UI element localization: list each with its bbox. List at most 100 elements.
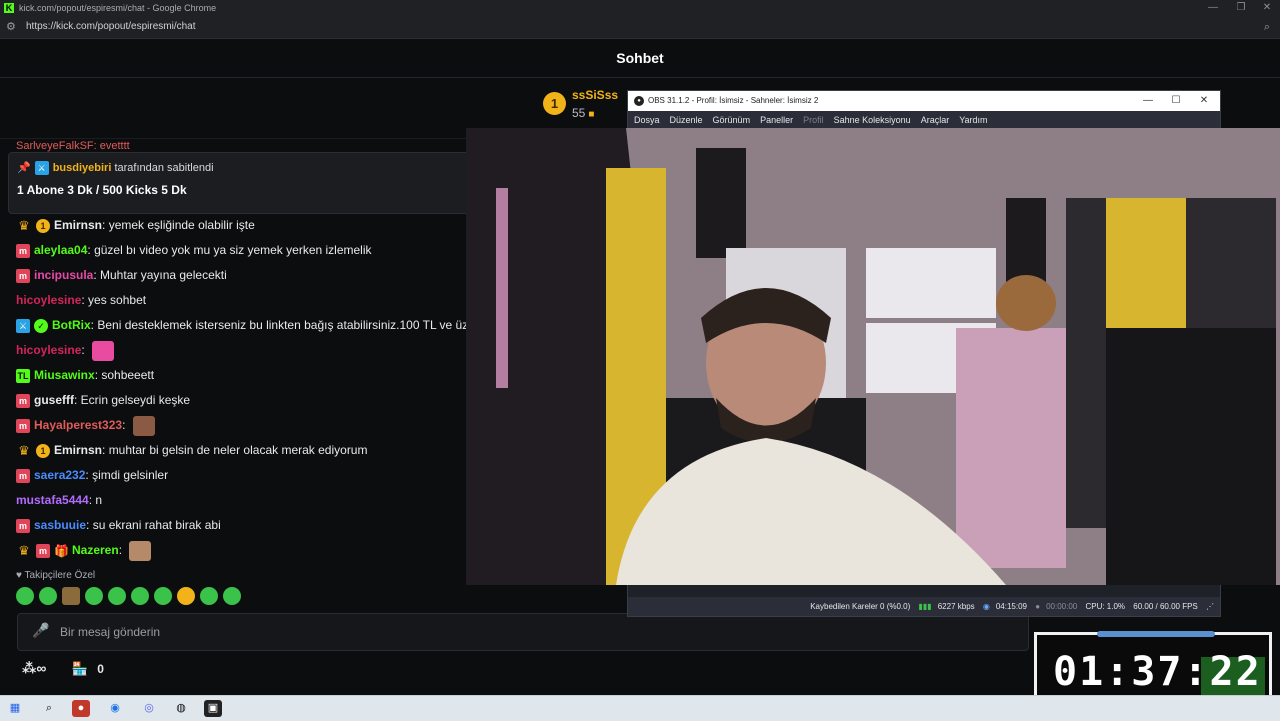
obs-titlebar: ● OBS 31.1.2 - Profil: İsimsiz - Sahnele… (628, 91, 1220, 111)
chat-username[interactable]: hicoylesine (16, 288, 81, 313)
chat-message[interactable]: hicoylesine: yes sohbet (16, 288, 471, 313)
chrome-icon[interactable]: ◉ (106, 700, 124, 717)
chat-message[interactable]: hicoylesine: (16, 338, 471, 363)
emote-icon[interactable] (62, 587, 80, 605)
chat-message[interactable]: ♛ 1 Emirnsn: yemek eşliğinde olabilir işte (16, 213, 471, 238)
stream-time: 04:15:09 (995, 602, 1027, 611)
chat-emote-icon (132, 415, 155, 436)
heart-icon: ♥ (16, 570, 22, 581)
chat-message[interactable]: m gusefff: Ecrin gelseydi keşke (16, 388, 471, 413)
subscriber-badge-icon: m (16, 418, 30, 433)
chat-input[interactable] (58, 614, 962, 650)
obs-menu-item[interactable]: Araçlar (921, 115, 950, 125)
emote-icon[interactable] (16, 587, 34, 605)
chat-message[interactable]: TL Miusawinx: sohbeeett (16, 363, 471, 388)
resize-grip-icon[interactable]: ⋰ (1206, 602, 1214, 611)
gifter-badge-icon: 1 (36, 443, 50, 458)
restore-icon[interactable]: ❐ (1232, 0, 1250, 16)
signal-bars-icon: ▮▮▮ (918, 602, 932, 611)
obs-close-icon[interactable]: ✕ (1194, 91, 1214, 111)
close-icon[interactable]: ✕ (1258, 0, 1276, 16)
microphone-icon[interactable]: 🎤 (32, 622, 49, 639)
chat-username[interactable]: incipusula (34, 263, 93, 288)
chat-username[interactable]: Miusawinx (34, 363, 95, 388)
follower-only-note: ♥ Takipçilere Özel (16, 570, 95, 581)
pinned-by-user[interactable]: busdiyebiri (53, 162, 112, 174)
chat-message[interactable]: m Hayalperest323: (16, 413, 471, 438)
store-icon[interactable]: 🏪 (72, 661, 88, 676)
points-count: 0 (97, 662, 104, 676)
obs-maximize-icon[interactable]: ☐ (1166, 91, 1186, 111)
chat-message[interactable]: ♛ m 🎁 Nazeren: (16, 538, 471, 563)
obs-menu-item[interactable]: Düzenle (670, 115, 703, 125)
url-text[interactable]: https://kick.com/popout/espiresmi/chat (26, 16, 196, 38)
chat-username[interactable]: hicoylesine (16, 338, 81, 363)
obs-menu-item[interactable]: Görünüm (713, 115, 751, 125)
chat-input-box[interactable]: 🎤 (17, 613, 1029, 651)
leader-name[interactable]: ssSiSss (572, 88, 618, 102)
browser-titlebar: K kick.com/popout/espiresmi/chat - Googl… (0, 0, 1280, 16)
obs-taskbar-icon[interactable]: ◍ (172, 700, 190, 717)
app-icon[interactable]: ● (72, 700, 90, 717)
chat-username[interactable]: BotRix (52, 313, 91, 338)
chat-username[interactable]: Emirnsn (54, 213, 102, 238)
zoom-icon[interactable]: ⌕ (1264, 16, 1270, 38)
chat-message[interactable]: m sasbuuie: su ekrani rahat birak abi (16, 513, 471, 538)
chat-username[interactable]: Emirnsn (54, 438, 102, 463)
chat-message[interactable]: m aleylaa04: güzel bı video yok mu ya siz… (16, 238, 471, 263)
chat-username[interactable]: saera232 (34, 463, 85, 488)
crown-badge-icon: ♛ (18, 217, 30, 233)
emote-icon[interactable] (39, 587, 57, 605)
chat-username[interactable]: mustafa5444 (16, 488, 89, 513)
chat-emote-icon (92, 340, 115, 361)
chat-username[interactable]: Nazeren (72, 538, 119, 563)
pinned-by-suffix: tarafından sabitlendi (114, 162, 214, 174)
emote-icon[interactable] (85, 587, 103, 605)
chat-message[interactable]: m saera232: şimdi gelsinler (16, 463, 471, 488)
emote-icon[interactable] (108, 587, 126, 605)
app-icon[interactable]: ▣ (204, 700, 222, 717)
site-info-icon[interactable]: ⚙ (6, 16, 16, 38)
crown-badge-icon: ♛ (18, 442, 30, 458)
pinned-message[interactable]: 📌 ⚔ busdiyebiri tarafından sabitlendi 1 Ab… (8, 152, 470, 214)
minimize-icon[interactable]: — (1204, 0, 1222, 16)
pinned-text: 1 Abone 3 Dk / 500 Kicks 5 Dk (17, 183, 187, 197)
moderator-badge-icon: ⚔ (34, 161, 49, 175)
obs-menu-item[interactable]: Dosya (634, 115, 660, 125)
emote-icon[interactable] (223, 587, 241, 605)
obs-menu-item[interactable]: Profil (803, 115, 824, 125)
chat-footer: ⁂∞ 🏪 0 (22, 660, 104, 677)
obs-minimize-icon[interactable]: — (1138, 91, 1158, 111)
chat-text: sohbeeett (101, 368, 155, 382)
obs-menu-item[interactable]: Paneller (760, 115, 793, 125)
emote-icon[interactable] (154, 587, 172, 605)
chat-text: yes sohbet (88, 293, 147, 307)
chat-username[interactable]: aleylaa04 (34, 238, 87, 263)
obs-menu-item[interactable]: Yardım (959, 115, 987, 125)
emote-icon[interactable] (131, 587, 149, 605)
chat-text: güzel bı video yok mu ya siz yemek yerke… (94, 243, 372, 257)
moderator-badge-icon: ⚔ (16, 318, 30, 333)
subscriber-badge-icon: m (16, 393, 30, 408)
subscriber-badge-icon: m (16, 268, 30, 283)
chat-message[interactable]: m incipusula: Muhtar yayına gelecekti (16, 263, 471, 288)
crown-badge-icon: ♛ (18, 542, 30, 558)
chat-message[interactable]: ♛ 1 Emirnsn: muhtar bi gelsin de neler ola… (16, 438, 471, 463)
emote-icon[interactable] (200, 587, 218, 605)
search-icon[interactable]: ⌕ (40, 700, 58, 717)
chat-title: Sohbet (0, 39, 1280, 78)
leader-count-value: 55 (572, 106, 586, 120)
discord-icon[interactable]: ◎ (140, 700, 158, 717)
emote-icon[interactable] (177, 587, 195, 605)
chat-username[interactable]: Hayalperest323 (34, 413, 122, 438)
chat-message[interactable]: ⚔ ✓ BotRix: Beni desteklemek isterseniz bu… (16, 313, 471, 338)
address-bar[interactable]: ⚙ https://kick.com/popout/espiresmi/chat… (0, 16, 1280, 39)
chat-message[interactable]: mustafa5444: n (16, 488, 471, 513)
infinity-icon[interactable]: ⁂∞ (22, 660, 46, 676)
obs-menu-item[interactable]: Sahne Koleksiyonu (834, 115, 911, 125)
chat-username[interactable]: gusefff (34, 388, 74, 413)
gifter-badge-icon: 1 (36, 218, 50, 233)
start-icon[interactable]: ▦ (6, 700, 24, 717)
chat-separator: : (122, 418, 129, 432)
chat-username[interactable]: sasbuuie (34, 513, 86, 538)
